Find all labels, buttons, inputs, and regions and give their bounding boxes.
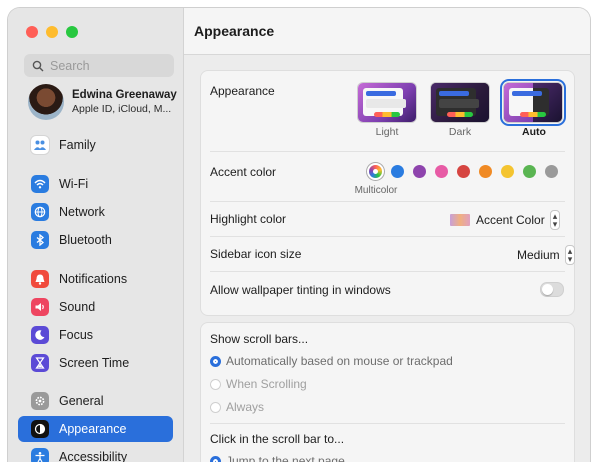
appearance-label: Appearance: [210, 84, 275, 98]
gear-icon: [31, 392, 49, 410]
sidebar-item-network[interactable]: Network: [18, 199, 173, 225]
scroll-click-label: Click in the scroll bar to...: [210, 432, 345, 446]
profile-subtitle: Apple ID, iCloud, M...: [72, 103, 172, 115]
sidebar-item-label: Wi-Fi: [59, 177, 89, 191]
sidebar-item-label: Network: [59, 205, 105, 219]
family-icon: [31, 136, 49, 154]
sidebar-item-focus[interactable]: Focus: [18, 322, 173, 348]
settings-window: Search Edwina Greenaway Apple ID, iCloud…: [8, 8, 590, 470]
sidebar-item-label: Sound: [59, 300, 96, 314]
appearance-option-dark[interactable]: Dark: [430, 83, 490, 143]
appearance-option-light[interactable]: Light: [357, 83, 417, 143]
appearance-option-auto[interactable]: Auto: [502, 81, 566, 143]
moon-icon: [31, 326, 49, 344]
sidebar-item-sound[interactable]: Sound: [18, 294, 173, 320]
scroll-bars-option-always[interactable]: Always: [210, 400, 264, 414]
appearance-icon: [31, 420, 49, 438]
sidebar: Search Edwina Greenaway Apple ID, iCloud…: [8, 8, 184, 470]
auto-mode-thumbnail: [504, 83, 562, 122]
accent-color-swatch[interactable]: [523, 165, 536, 178]
show-scroll-bars-row: Show scroll bars... Automatically based …: [201, 323, 574, 423]
search-placeholder: Search: [50, 58, 90, 73]
highlight-color-row: Highlight color Accent Color ▴ ▾: [201, 201, 574, 236]
highlight-color-popup[interactable]: Accent Color ▴ ▾: [450, 210, 561, 230]
scroll-bar-settings-group: Show scroll bars... Automatically based …: [200, 322, 575, 470]
sidebar-icon-size-row: Sidebar icon size Medium ▴ ▾: [201, 236, 576, 271]
avatar: [28, 84, 64, 120]
main-pane: Appearance Appearance Light Dark Auto Ac…: [184, 8, 590, 470]
sidebar-item-screen-time[interactable]: Screen Time: [18, 350, 173, 376]
profile-name: Edwina Greenaway: [72, 89, 177, 101]
sidebar-item-label: Notifications: [59, 272, 128, 286]
wallpaper-tinting-toggle[interactable]: [540, 282, 564, 297]
minimize-window-button[interactable]: [46, 26, 58, 38]
radio-unselected-icon: [210, 378, 221, 390]
sidebar-item-label: Bluetooth: [59, 233, 112, 247]
accent-color-swatch[interactable]: [435, 165, 448, 178]
scroll-bars-option-automatic[interactable]: Automatically based on mouse or trackpad: [210, 354, 453, 368]
radio-label: When Scrolling: [226, 377, 307, 391]
appearance-settings-group: Appearance Light Dark Auto Accent color …: [200, 70, 576, 316]
radio-selected-icon: [210, 355, 221, 367]
wifi-icon: [31, 175, 49, 193]
sidebar-item-wifi[interactable]: Wi-Fi: [18, 171, 173, 197]
multicolor-caption: Multicolor: [354, 185, 398, 196]
search-icon: [32, 60, 44, 71]
search-field[interactable]: Search: [24, 54, 174, 77]
hourglass-icon: [31, 354, 49, 372]
sidebar-item-appearance[interactable]: Appearance: [18, 416, 173, 442]
wallpaper-tinting-row: Allow wallpaper tinting in windows: [201, 271, 574, 315]
maximize-window-button[interactable]: [66, 26, 78, 38]
sidebar-item-bluetooth[interactable]: Bluetooth: [18, 227, 173, 253]
appearance-row: Appearance Light Dark Auto: [201, 71, 574, 151]
radio-unselected-icon: [210, 401, 221, 413]
page-title: Appearance: [194, 23, 275, 39]
toolbar: Appearance: [184, 8, 590, 55]
globe-icon: [31, 203, 49, 221]
accent-color-label: Accent color: [210, 165, 277, 179]
sidebar-icon-size-popup[interactable]: Medium ▴ ▾: [517, 245, 576, 265]
bell-icon: [31, 270, 49, 288]
close-window-button[interactable]: [26, 26, 38, 38]
sidebar-item-general[interactable]: General: [18, 388, 173, 414]
radio-label: Automatically based on mouse or trackpad: [226, 354, 453, 368]
accent-color-swatch[interactable]: [391, 165, 404, 178]
chevron-updown-icon: ▴ ▾: [564, 245, 576, 265]
bluetooth-icon: [31, 231, 49, 249]
highlight-color-preview: [450, 214, 470, 226]
sidebar-item-label: Appearance: [59, 422, 127, 436]
sidebar-icon-size-value: Medium: [517, 248, 560, 262]
speaker-icon: [31, 298, 49, 316]
accent-multicolor-swatch[interactable]: [369, 165, 382, 178]
sidebar-item-label: Focus: [59, 328, 94, 342]
window-controls: [26, 26, 78, 38]
sidebar-icon-size-label: Sidebar icon size: [210, 247, 302, 261]
radio-label: Always: [226, 400, 265, 414]
light-mode-thumbnail: [358, 83, 416, 122]
scroll-bars-option-when-scrolling[interactable]: When Scrolling: [210, 377, 307, 391]
accent-color-swatch[interactable]: [545, 165, 558, 178]
sidebar-item-notifications[interactable]: Notifications: [18, 266, 173, 292]
wallpaper-tinting-label: Allow wallpaper tinting in windows: [210, 283, 391, 297]
accent-color-swatch[interactable]: [457, 165, 470, 178]
sidebar-item-family[interactable]: Family: [18, 132, 173, 158]
sidebar-item-label: General: [59, 394, 104, 408]
highlight-color-value: Accent Color: [476, 213, 545, 227]
sidebar-item-label: Family: [59, 138, 96, 152]
accent-color-row: Accent color Multicolor: [201, 151, 574, 201]
chevron-updown-icon: ▴ ▾: [549, 210, 561, 230]
appearance-option-label: Dark: [448, 126, 472, 138]
appearance-option-label: Light: [375, 126, 399, 138]
sidebar-item-label: Screen Time: [59, 356, 130, 370]
accent-color-swatch[interactable]: [479, 165, 492, 178]
apple-id-profile[interactable]: Edwina Greenaway Apple ID, iCloud, M...: [28, 84, 177, 120]
accent-color-swatch[interactable]: [501, 165, 514, 178]
appearance-option-label: Auto: [522, 126, 546, 138]
highlight-color-label: Highlight color: [210, 212, 287, 226]
dark-mode-thumbnail: [431, 83, 489, 122]
accent-color-swatch[interactable]: [413, 165, 426, 178]
show-scroll-bars-label: Show scroll bars...: [210, 332, 309, 346]
